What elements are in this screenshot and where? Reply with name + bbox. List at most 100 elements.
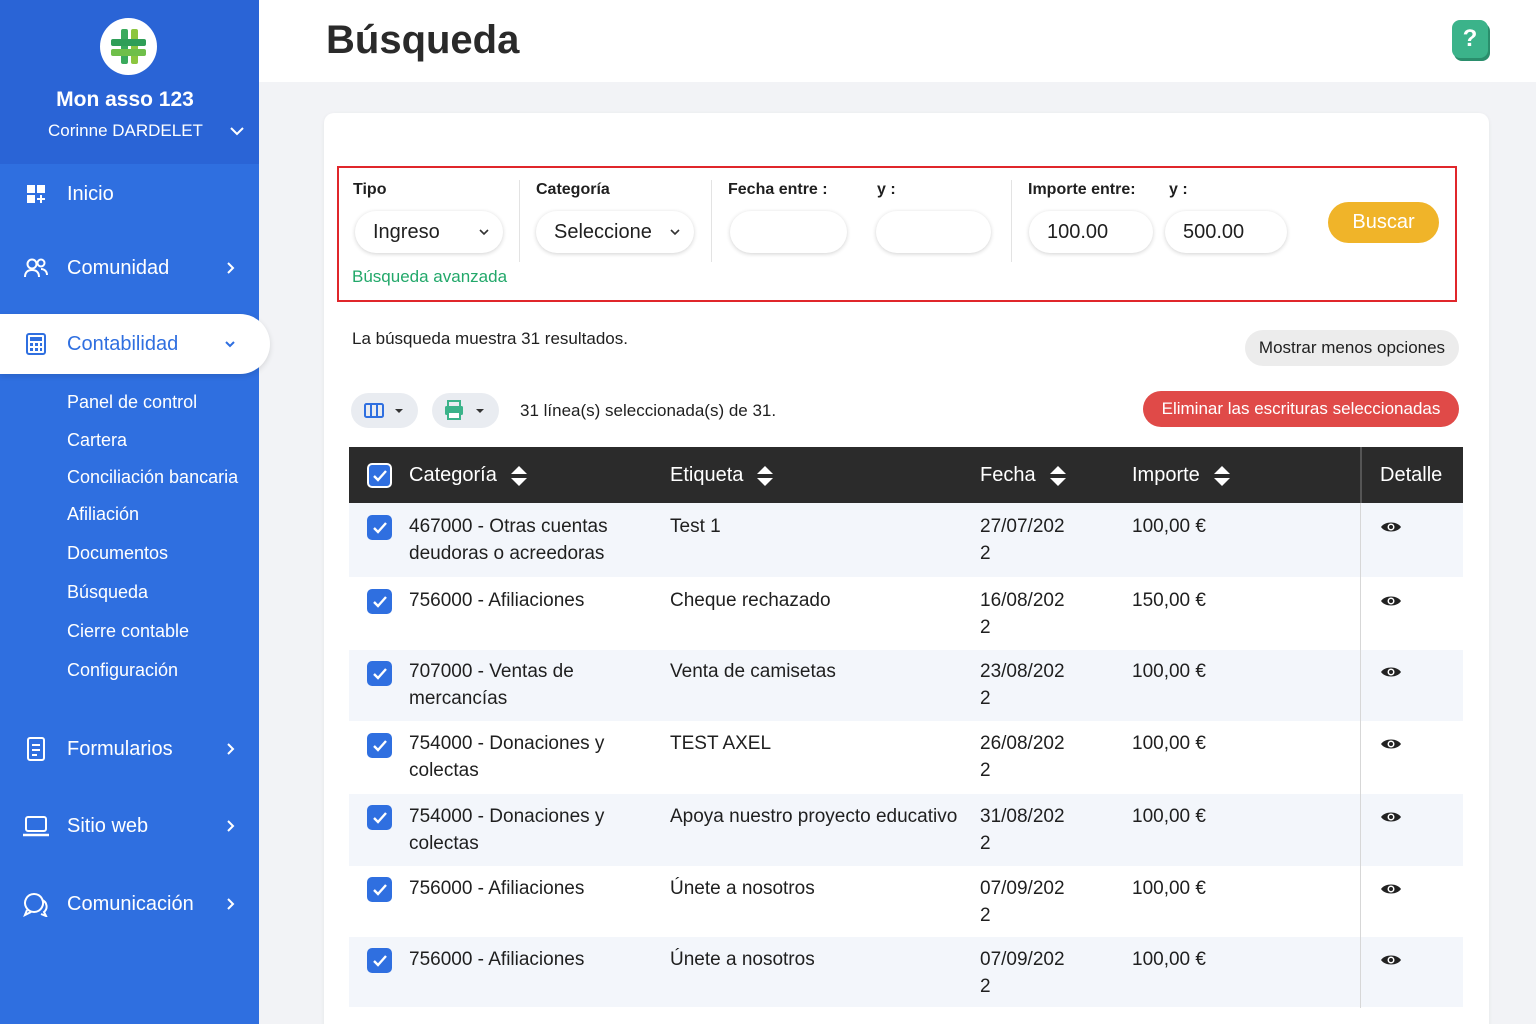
eye-icon[interactable] (1380, 810, 1402, 824)
page-header: Búsqueda ? (259, 0, 1536, 82)
row-fecha: 07/09/2022 (980, 949, 1065, 997)
print-menu-button[interactable] (432, 393, 499, 428)
fecha-y-label: y : (877, 181, 896, 198)
submenu-cartera[interactable]: Cartera (67, 430, 127, 451)
nav-item-inicio[interactable]: Inicio (0, 164, 259, 224)
nav-item-formularios[interactable]: Formularios (0, 719, 259, 779)
chevron-right-icon (227, 820, 235, 832)
organization-name: Mon asso 123 (56, 88, 194, 111)
nav-item-contabilidad[interactable]: Contabilidad (0, 314, 270, 374)
table-row: 467000 - Otras cuentas deudoras o acreed… (349, 503, 1463, 577)
table-row: 756000 - Afiliaciones Únete a nosotros 0… (349, 937, 1463, 1007)
filter-divider (711, 180, 712, 262)
eye-icon[interactable] (1380, 882, 1402, 896)
page-title: Búsqueda (326, 18, 520, 62)
table-row: 756000 - Afiliaciones Únete a nosotros 0… (349, 866, 1463, 937)
row-importe: 100,00 € (1132, 949, 1206, 970)
row-fecha: 23/08/2022 (980, 661, 1065, 709)
column-header-importe[interactable]: Importe (1132, 464, 1232, 487)
fecha-label: Fecha entre : (728, 181, 828, 198)
form-icon (22, 735, 50, 763)
categoria-label: Categoría (536, 181, 610, 198)
tipo-selected-value: Ingreso (373, 220, 440, 243)
row-categoria: 756000 - Afiliaciones (409, 590, 585, 611)
checkmark-icon (372, 469, 387, 482)
row-categoria: 756000 - Afiliaciones (409, 878, 585, 899)
row-fecha: 07/09/2022 (980, 878, 1065, 926)
row-checkbox[interactable] (367, 515, 392, 540)
submenu-cierre-contable[interactable]: Cierre contable (67, 621, 189, 642)
row-checkbox[interactable] (367, 877, 392, 902)
importe-label: Importe entre: (1028, 181, 1136, 198)
row-checkbox[interactable] (367, 589, 392, 614)
row-checkbox[interactable] (367, 948, 392, 973)
sort-icon (757, 465, 774, 486)
organization-header[interactable]: Mon asso 123 Corinne DARDELET (0, 0, 259, 164)
filter-divider (519, 180, 520, 262)
eye-icon[interactable] (1380, 520, 1402, 534)
chevron-right-icon (227, 898, 235, 910)
submenu-afiliacion[interactable]: Afiliación (67, 504, 139, 525)
show-less-options-button[interactable]: Mostrar menos opciones (1245, 330, 1459, 366)
chevron-right-icon (227, 262, 235, 274)
row-checkbox[interactable] (367, 805, 392, 830)
submenu-panel-de-control[interactable]: Panel de control (67, 392, 197, 413)
help-button[interactable]: ? (1452, 20, 1488, 58)
nav-item-comunidad[interactable]: Comunidad (0, 238, 259, 298)
column-header-categoria[interactable]: Categoría (409, 464, 529, 487)
importe-to-input[interactable]: 500.00 (1165, 211, 1287, 253)
columns-toggle-button[interactable] (351, 393, 418, 428)
row-checkbox[interactable] (367, 733, 392, 758)
select-all-checkbox[interactable] (367, 463, 392, 488)
chevron-down-icon[interactable] (228, 122, 246, 140)
advanced-search-link[interactable]: Búsqueda avanzada (352, 267, 507, 287)
fecha-from-input[interactable] (730, 211, 847, 253)
nav-item-comunicacion[interactable]: Comunicación (0, 874, 259, 934)
importe-y-label: y : (1169, 181, 1188, 198)
eye-icon[interactable] (1380, 737, 1402, 751)
table-row: 754000 - Donaciones y colectas Apoya nue… (349, 794, 1463, 866)
submenu-conciliacion-bancaria[interactable]: Conciliación bancaria (67, 467, 238, 488)
importe-from-input[interactable]: 100.00 (1029, 211, 1153, 253)
row-etiqueta: TEST AXEL (670, 733, 772, 754)
row-importe: 100,00 € (1132, 878, 1206, 899)
column-header-detalle: Detalle (1380, 464, 1442, 487)
row-categoria: 754000 - Donaciones y colectas (409, 733, 605, 781)
column-header-etiqueta[interactable]: Etiqueta (670, 464, 775, 487)
table-header: Categoría Etiqueta Fecha Importe Detalle (349, 447, 1463, 503)
column-header-fecha[interactable]: Fecha (980, 464, 1068, 487)
fecha-to-input[interactable] (876, 211, 991, 253)
filter-divider (1011, 180, 1012, 262)
nav-label: Comunidad (67, 256, 170, 279)
eye-icon[interactable] (1380, 594, 1402, 608)
nav-label: Sitio web (67, 814, 149, 837)
submenu-configuracion[interactable]: Configuración (67, 660, 178, 681)
buscar-button[interactable]: Buscar (1328, 202, 1439, 243)
nav-label: Comunicación (67, 892, 194, 915)
column-title: Importe (1132, 464, 1200, 486)
sort-icon (1213, 465, 1230, 486)
row-importe: 100,00 € (1132, 733, 1206, 754)
eye-icon[interactable] (1380, 953, 1402, 967)
checkmark-icon (372, 521, 387, 534)
table-row: 754000 - Donaciones y colectas TEST AXEL… (349, 721, 1463, 794)
row-etiqueta: Únete a nosotros (670, 949, 815, 970)
submenu-documentos[interactable]: Documentos (67, 543, 168, 564)
row-checkbox[interactable] (367, 661, 392, 686)
row-fecha: 27/07/2022 (980, 516, 1065, 564)
row-importe: 100,00 € (1132, 516, 1206, 537)
nav-item-sitio-web[interactable]: Sitio web (0, 796, 259, 856)
submenu-busqueda[interactable]: Búsqueda (67, 582, 148, 603)
chat-icon (22, 890, 50, 918)
tipo-select[interactable]: Ingreso (355, 211, 503, 253)
row-categoria: 467000 - Otras cuentas deudoras o acreed… (409, 516, 608, 564)
sidebar: Mon asso 123 Corinne DARDELET Inicio Com… (0, 0, 270, 1024)
eye-icon[interactable] (1380, 665, 1402, 679)
organization-logo (100, 18, 157, 75)
categoria-select[interactable]: Seleccione (536, 211, 694, 253)
delete-selected-entries-button[interactable]: Eliminar las escrituras seleccionadas (1143, 391, 1459, 427)
nav-label: Contabilidad (67, 332, 179, 355)
row-fecha: 16/08/2022 (980, 590, 1065, 638)
row-importe: 100,00 € (1132, 806, 1206, 827)
nav-label: Inicio (67, 182, 114, 205)
